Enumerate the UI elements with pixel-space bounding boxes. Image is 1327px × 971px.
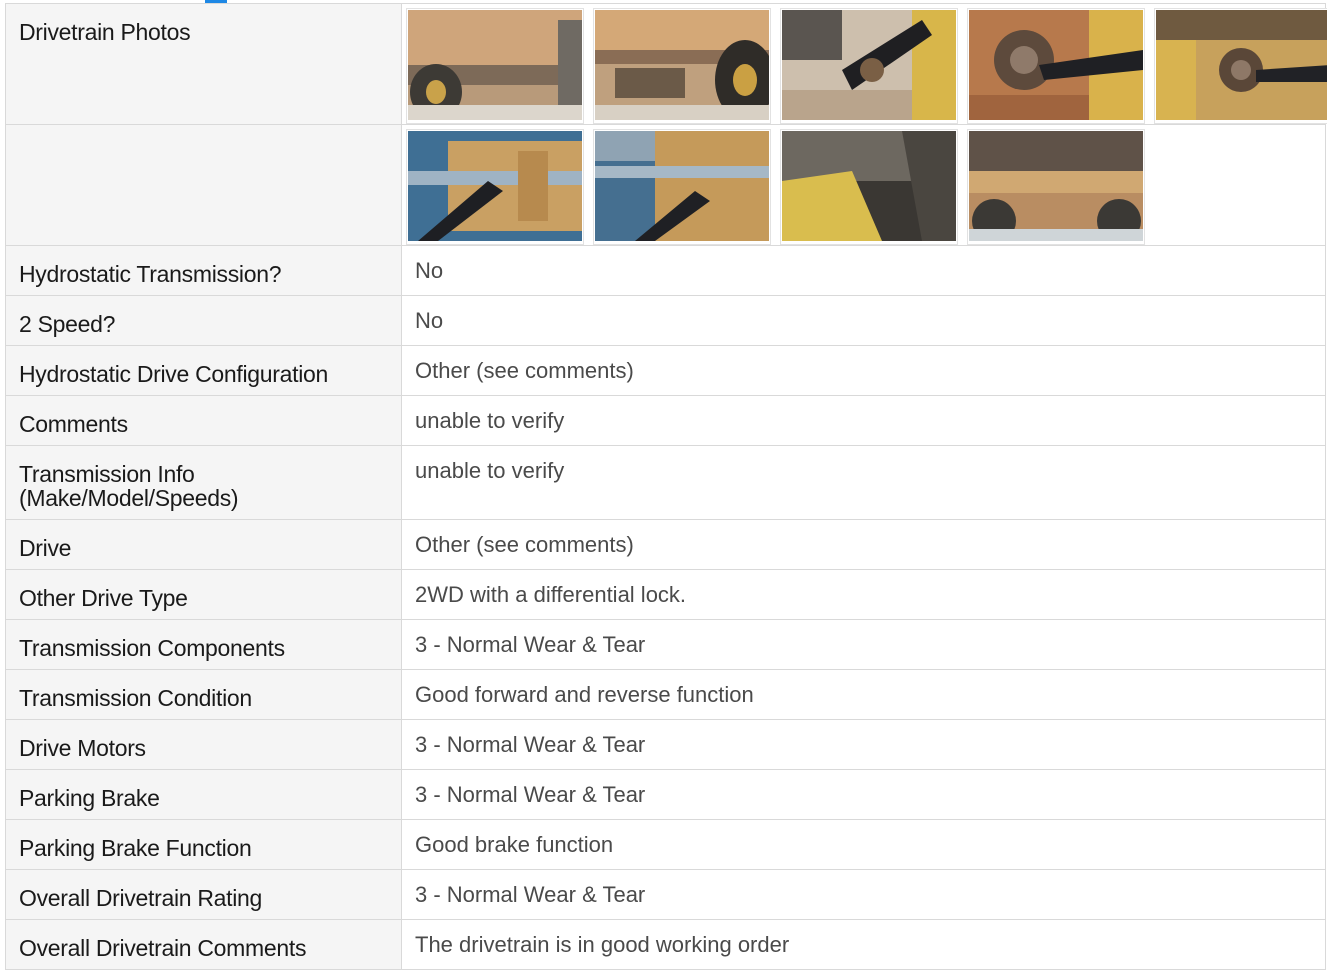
row-label: Parking Brake Function	[5, 819, 402, 870]
row-label: Drive Motors	[5, 719, 402, 770]
drivetrain-photo-thumb[interactable]	[406, 129, 584, 245]
row-label: Comments	[5, 395, 402, 446]
row-value: 3 - Normal Wear & Tear	[401, 869, 1326, 920]
drivetrain-photos-label-continued	[5, 124, 402, 246]
row-label: Hydrostatic Transmission?	[5, 245, 402, 296]
row-label: 2 Speed?	[5, 295, 402, 346]
row-label: Overall Drivetrain Rating	[5, 869, 402, 920]
drivetrain-photos-row-2	[401, 124, 1326, 246]
drivetrain-photo-thumb[interactable]	[1154, 8, 1327, 124]
drivetrain-photo-8	[782, 131, 956, 241]
drivetrain-photo-thumb[interactable]	[593, 8, 775, 124]
drivetrain-photo-thumb[interactable]	[593, 129, 771, 245]
drivetrain-photos-row-1	[401, 3, 1327, 125]
row-value: 3 - Normal Wear & Tear	[401, 619, 1326, 670]
drivetrain-photo-thumb[interactable]	[967, 8, 1145, 124]
drivetrain-photo-7	[595, 131, 769, 241]
row-value: The drivetrain is in good working order	[401, 919, 1326, 970]
row-value: No	[401, 245, 1326, 296]
drivetrain-photo-5	[1156, 10, 1327, 120]
drivetrain-photo-3	[782, 10, 956, 120]
drivetrain-photo-4	[969, 10, 1143, 120]
row-value: No	[401, 295, 1326, 346]
drivetrain-photo-1	[408, 10, 582, 120]
row-label: Hydrostatic Drive Configuration	[5, 345, 402, 396]
row-label: Overall Drivetrain Comments	[5, 919, 402, 970]
drivetrain-photo-9	[969, 131, 1143, 243]
row-label: Other Drive Type	[5, 569, 402, 620]
drivetrain-photo-2	[595, 10, 775, 120]
row-value: unable to verify	[401, 445, 1326, 520]
drivetrain-table: Drivetrain Photos Hydrostatic Transmissi…	[5, 3, 1327, 970]
row-value: 2WD with a differential lock.	[401, 569, 1326, 620]
row-value: Good forward and reverse function	[401, 669, 1326, 720]
drivetrain-photo-thumb[interactable]	[967, 129, 1145, 245]
drivetrain-photo-empty-slot	[1154, 129, 1325, 245]
row-value: unable to verify	[401, 395, 1326, 446]
row-value: Other (see comments)	[401, 519, 1326, 570]
row-value: 3 - Normal Wear & Tear	[401, 719, 1326, 770]
row-value: 3 - Normal Wear & Tear	[401, 769, 1326, 820]
drivetrain-photo-thumb[interactable]	[780, 8, 958, 124]
row-label: Drive	[5, 519, 402, 570]
row-value: Other (see comments)	[401, 345, 1326, 396]
inspection-report: Drivetrain Photos Hydrostatic Transmissi…	[0, 0, 1327, 971]
drivetrain-photo-thumb[interactable]	[406, 8, 584, 124]
row-label: Parking Brake	[5, 769, 402, 820]
row-label: Transmission Condition	[5, 669, 402, 720]
drivetrain-photo-6	[408, 131, 582, 241]
drivetrain-photo-thumb[interactable]	[780, 129, 958, 245]
row-label: Transmission Components	[5, 619, 402, 670]
row-value: Good brake function	[401, 819, 1326, 870]
drivetrain-photos-label: Drivetrain Photos	[5, 3, 402, 125]
row-label: Transmission Info (Make/Model/Speeds)	[5, 445, 402, 520]
